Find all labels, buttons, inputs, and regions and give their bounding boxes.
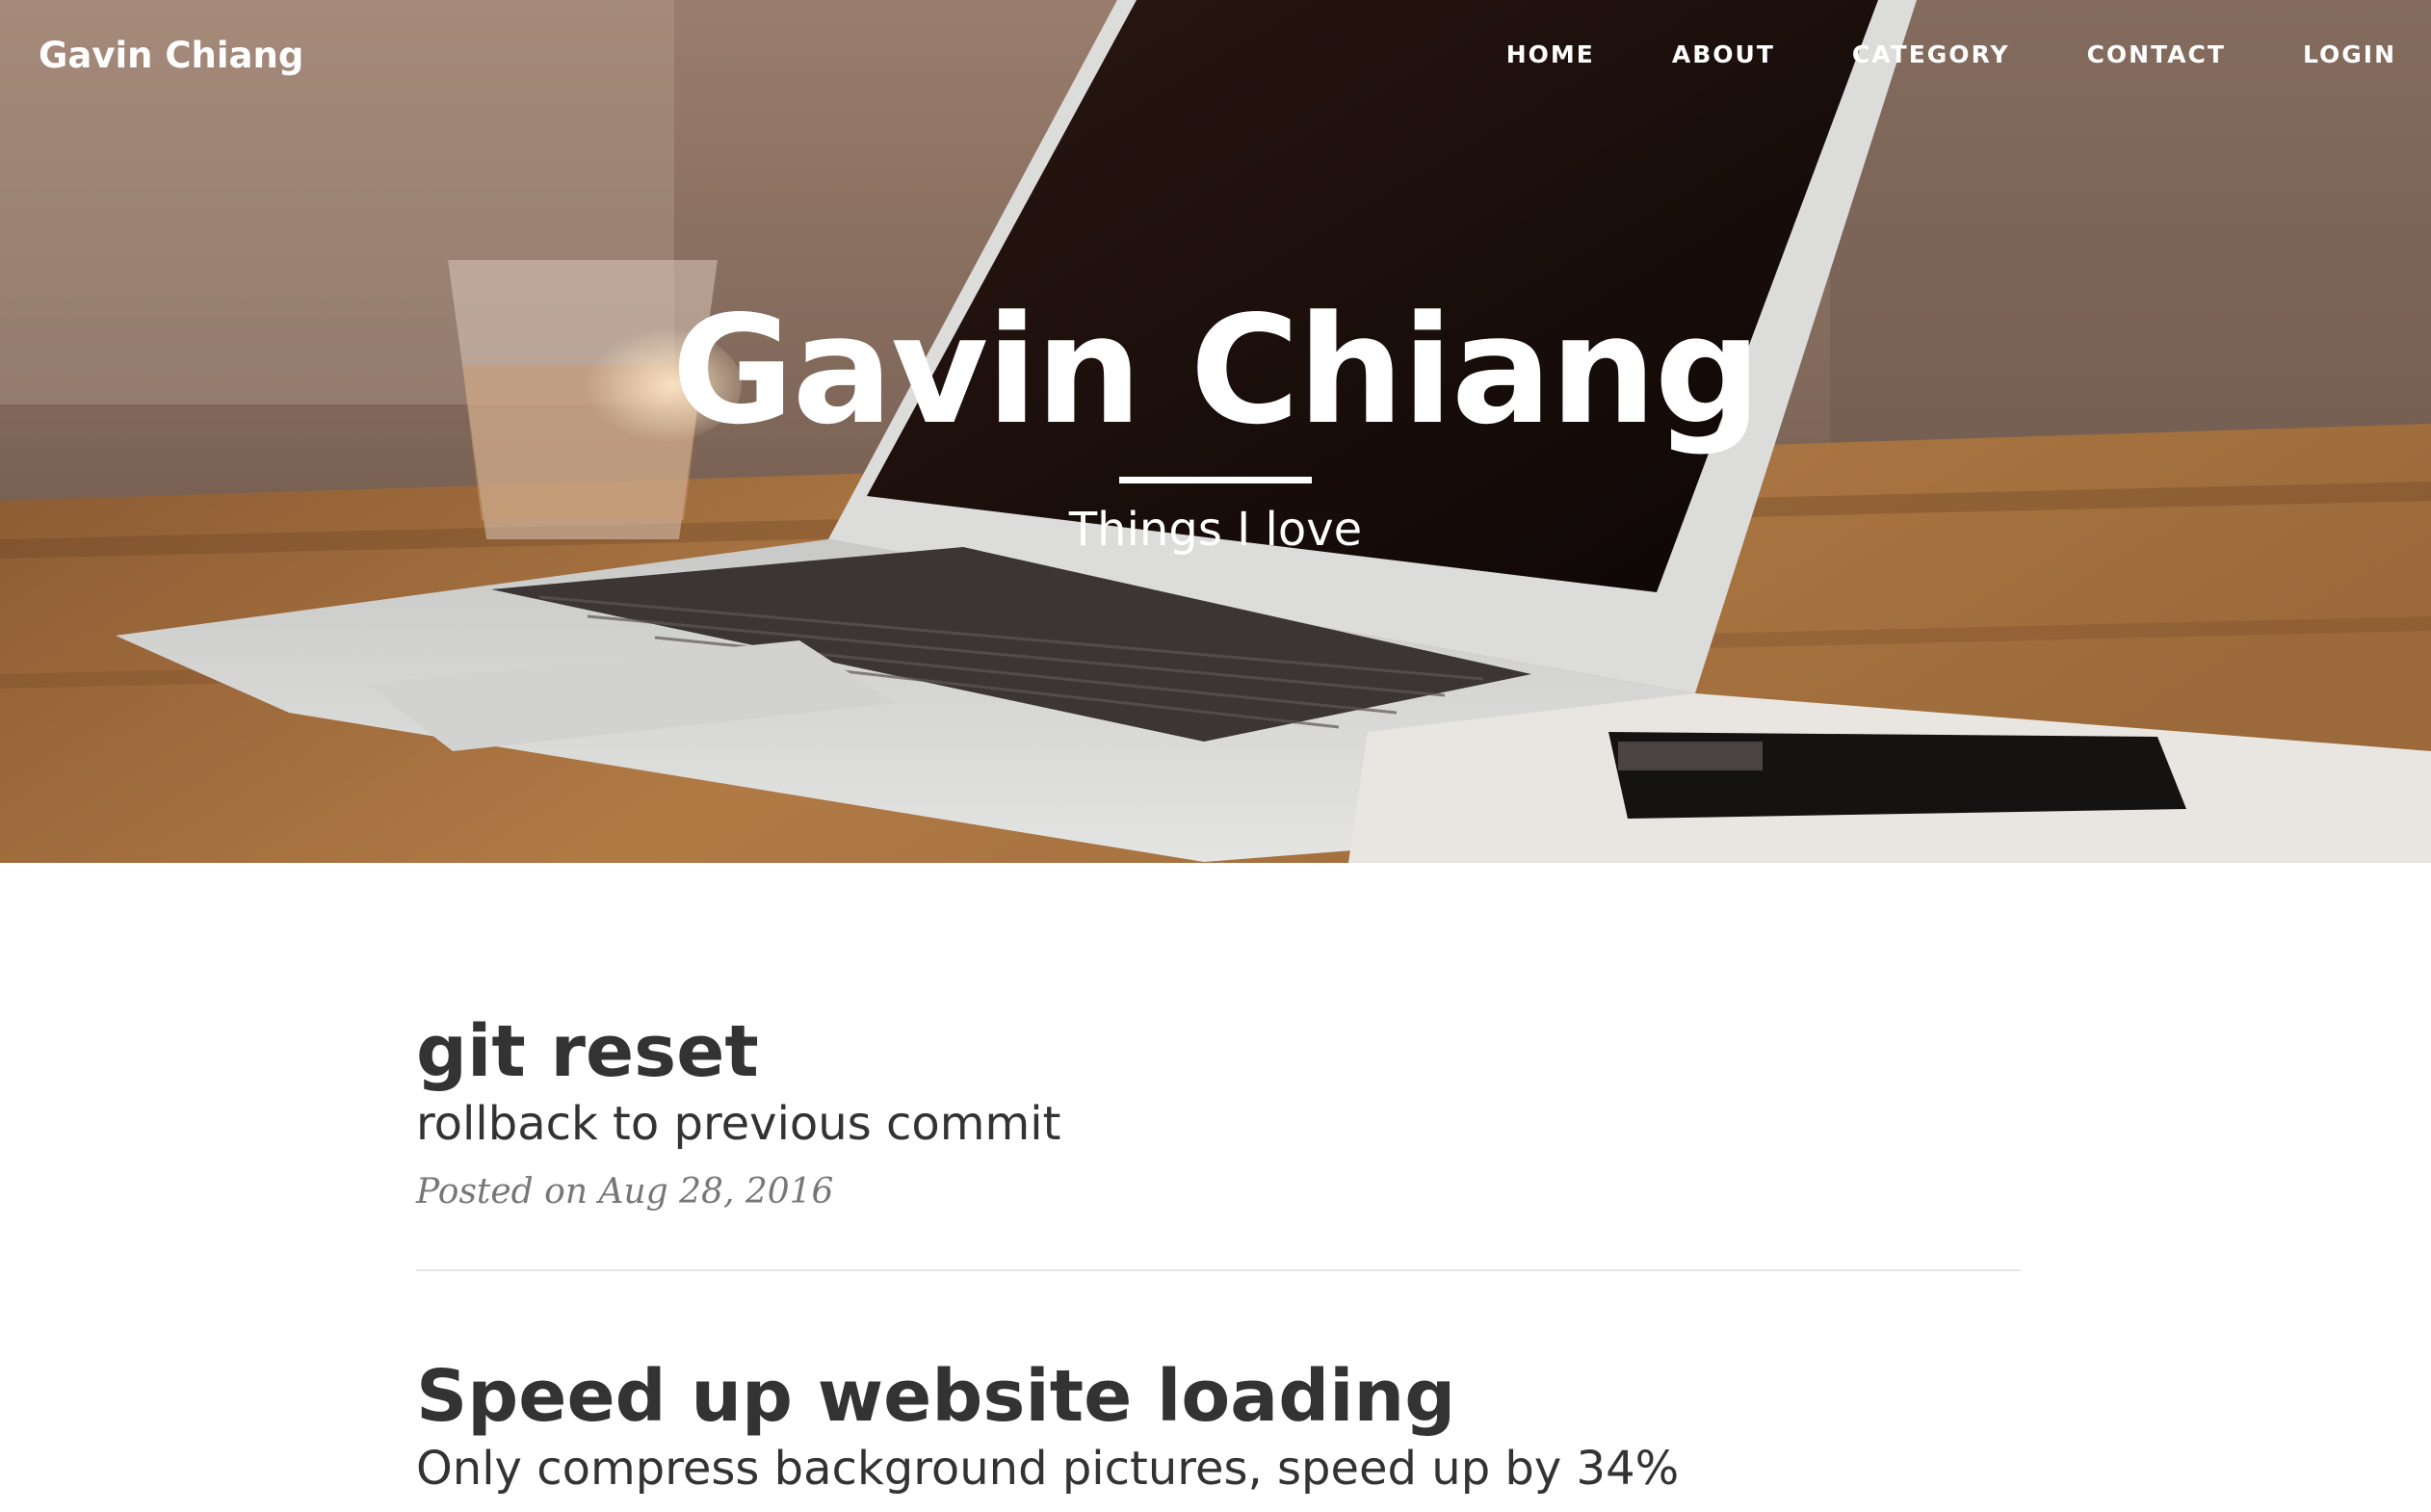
- post-subtitle: Only compress background pictures, speed…: [416, 1442, 1680, 1497]
- brand-link[interactable]: Gavin Chiang: [39, 35, 303, 76]
- post-preview-git-reset[interactable]: git reset rollback to previous commit Po…: [416, 1010, 2021, 1212]
- site-title: Gavin Chiang: [671, 283, 1761, 457]
- main-nav: HOME ABOUT CATEGORY CONTACT LOGIN: [1429, 40, 2396, 68]
- nav-home-link[interactable]: HOME: [1506, 40, 1595, 68]
- nav-login-link[interactable]: LOGIN: [2303, 40, 2396, 68]
- site-subtitle: Things I love: [1068, 502, 1363, 557]
- post-subtitle: rollback to previous commit: [416, 1097, 1061, 1152]
- post-preview-speed-up-website[interactable]: Speed up website loading Only compress b…: [416, 1355, 2021, 1498]
- nav-contact-link[interactable]: CONTACT: [2087, 40, 2226, 68]
- hero-header: Gavin Chiang HOME ABOUT CATEGORY CONTACT…: [0, 0, 2431, 863]
- post-meta: Posted on Aug 28, 2016: [416, 1172, 834, 1212]
- site-heading: Gavin Chiang Things I love: [0, 283, 2431, 557]
- nav-about-link[interactable]: ABOUT: [1672, 40, 1775, 68]
- post-title[interactable]: Speed up website loading: [416, 1355, 2021, 1438]
- post-divider: [416, 1269, 2021, 1272]
- nav-category-link[interactable]: CATEGORY: [1852, 40, 2010, 68]
- post-title[interactable]: git reset: [416, 1010, 2021, 1093]
- title-divider: [1119, 476, 1312, 483]
- post-list: git reset rollback to previous commit Po…: [416, 1010, 2021, 1498]
